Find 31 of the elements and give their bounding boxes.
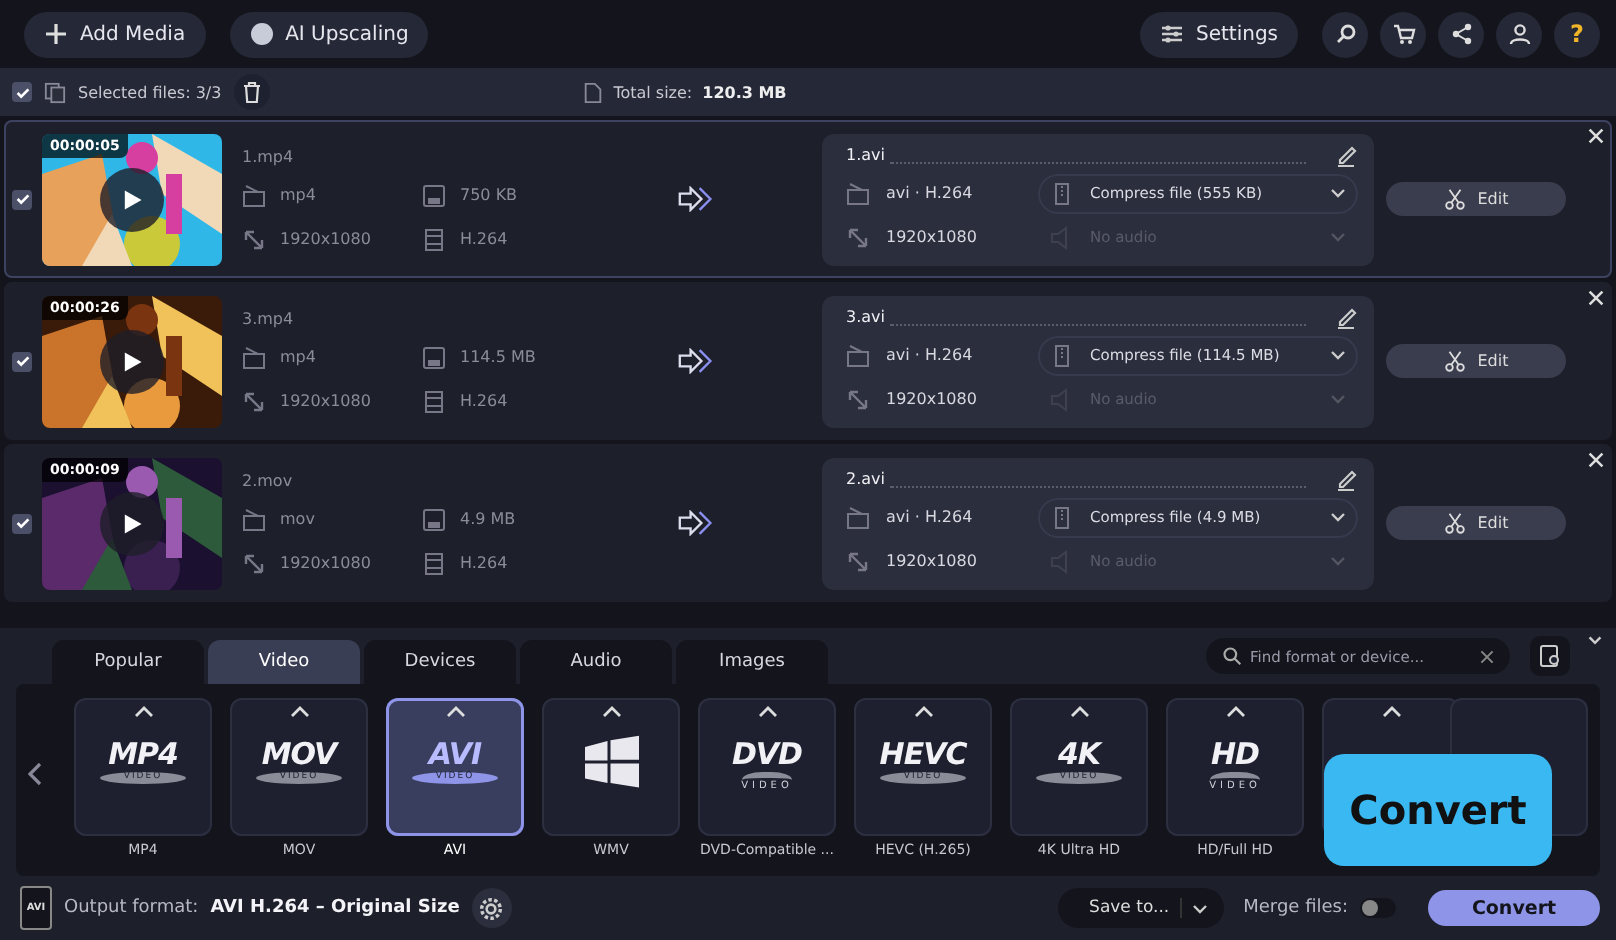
- container-format: mp4: [280, 186, 318, 204]
- total-size-label: Total size:: [613, 83, 693, 101]
- output-file-name: 2.avi: [846, 470, 885, 488]
- output-codec: avi · H.264: [886, 508, 975, 526]
- convert-tooltip: Convert: [1324, 754, 1552, 866]
- selected-files-count: Selected files: 3/3: [78, 83, 222, 101]
- file-size: 114.5 MB: [460, 348, 538, 366]
- merge-files-label: Merge files:: [1243, 898, 1348, 918]
- output-codec: avi · H.264: [886, 184, 975, 202]
- container-format: mov: [280, 510, 317, 528]
- total-size-value: 120.3 MB: [702, 83, 787, 101]
- resolution: 1920x1080: [280, 392, 373, 410]
- video-codec: H.264: [460, 230, 510, 248]
- video-codec: H.264: [460, 392, 510, 410]
- file-size: 750 KB: [460, 186, 520, 204]
- video-codec: H.264: [460, 554, 510, 572]
- output-resolution: 1920x1080: [886, 552, 979, 570]
- output-resolution: 1920x1080: [886, 228, 979, 246]
- file-name: 2.mov: [242, 471, 295, 489]
- output-format-value: AVI H.264 – Original Size: [210, 898, 460, 918]
- output-resolution: 1920x1080: [886, 390, 979, 408]
- resolution: 1920x1080: [280, 230, 373, 248]
- file-name: 1.mp4: [242, 147, 296, 165]
- file-size: 4.9 MB: [460, 510, 518, 528]
- output-format-label: Output format:: [64, 898, 199, 918]
- container-format: mp4: [280, 348, 318, 366]
- output-file-name: 3.avi: [846, 308, 885, 326]
- output-file-name: 1.avi: [846, 146, 885, 164]
- file-name: 3.mp4: [242, 309, 296, 327]
- resolution: 1920x1080: [280, 554, 373, 572]
- output-codec: avi · H.264: [886, 346, 975, 364]
